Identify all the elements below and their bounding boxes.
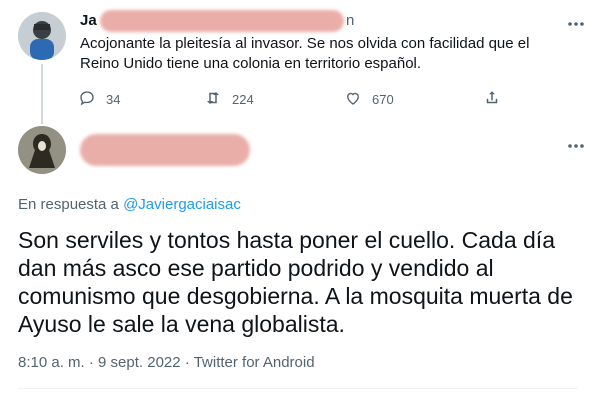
reply-to-prefix: En respuesta a: [18, 196, 124, 213]
meta-separator-2: ·: [180, 354, 194, 371]
tweet-source: Twitter for Android: [193, 354, 315, 371]
tweet-meta: 8:10 a. m. · 9 sept. 2022 · Twitter for …: [18, 354, 315, 371]
parent-tweet-text: Acojonante la pleitesía al invasor. Se n…: [80, 35, 530, 72]
parent-author-visible: Ja: [80, 12, 97, 29]
reply-more-icon[interactable]: [566, 136, 586, 159]
retweet-button[interactable]: 224: [204, 89, 254, 110]
like-icon: [344, 89, 372, 110]
reply-icon: [78, 89, 106, 110]
reply-author-redaction: [80, 134, 250, 166]
bottom-divider: [18, 388, 578, 389]
reply-count: 34: [106, 92, 121, 107]
share-icon: [483, 89, 511, 110]
reply-to-line: En respuesta a @Javiergaciaisac: [18, 196, 241, 213]
reply-to-handle-link[interactable]: @Javiergaciaisac: [123, 196, 241, 213]
thread-line: [41, 64, 43, 124]
parent-more-icon[interactable]: [566, 14, 586, 37]
reply-avatar[interactable]: [18, 126, 66, 174]
like-count: 670: [372, 92, 394, 107]
tweet-date-link[interactable]: 9 sept. 2022: [98, 354, 181, 371]
share-button[interactable]: [483, 89, 511, 110]
parent-handle-tail: n: [346, 12, 355, 29]
reply-button[interactable]: 34: [78, 89, 120, 110]
tweet-time-link[interactable]: 8:10 a. m.: [18, 354, 85, 371]
reply-tweet-text: Son serviles y tontos hasta poner el cue…: [18, 227, 573, 337]
like-button[interactable]: 670: [344, 89, 394, 110]
parent-author-redaction: [100, 10, 344, 32]
parent-author[interactable]: Ja: [80, 12, 97, 29]
meta-separator: ·: [84, 354, 99, 371]
retweet-count: 224: [232, 92, 254, 107]
retweet-icon: [204, 89, 232, 110]
parent-avatar[interactable]: [18, 12, 66, 60]
